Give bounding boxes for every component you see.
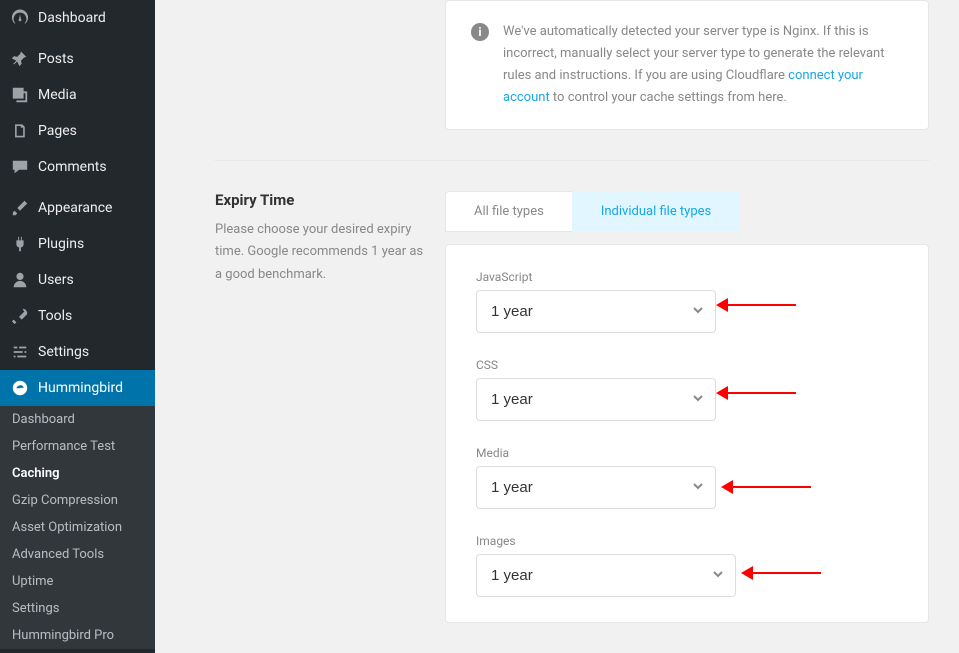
section-sidebar: Expiry Time Please choose your desired e…	[215, 191, 445, 623]
tab-individual-file-types[interactable]: Individual file types	[572, 191, 740, 232]
filetype-tabs: All file types Individual file types	[445, 191, 929, 232]
sidebar-label: Pages	[38, 123, 77, 139]
field-javascript: JavaScript 1 year	[476, 270, 898, 333]
submenu-gzip[interactable]: Gzip Compression	[0, 487, 155, 514]
sidebar-item-settings[interactable]: Settings	[0, 334, 155, 370]
sidebar-label: Comments	[38, 159, 107, 175]
sidebar-item-comments[interactable]: Comments	[0, 149, 155, 185]
sidebar-label: Settings	[38, 344, 89, 360]
hummingbird-submenu: Dashboard Performance Test Caching Gzip …	[0, 406, 155, 649]
sidebar-item-media[interactable]: Media	[0, 77, 155, 113]
comments-icon	[10, 157, 30, 177]
sidebar-item-appearance[interactable]: Appearance	[0, 190, 155, 226]
submenu-caching[interactable]: Caching	[0, 460, 155, 487]
submenu-dashboard[interactable]: Dashboard	[0, 406, 155, 433]
sidebar-label: Media	[38, 87, 77, 103]
annotation-arrow	[726, 486, 811, 488]
label-css: CSS	[476, 358, 898, 372]
section-title: Expiry Time	[215, 191, 425, 209]
submenu-advanced[interactable]: Advanced Tools	[0, 541, 155, 568]
main-content: i We've automatically detected your serv…	[155, 0, 959, 653]
sidebar-label: Users	[38, 272, 74, 288]
section-description: Please choose your desired expiry time. …	[215, 219, 425, 285]
admin-sidebar: Dashboard Posts Media Pages Comments App…	[0, 0, 155, 653]
wrench-icon	[10, 306, 30, 326]
sidebar-item-users[interactable]: Users	[0, 262, 155, 298]
tab-all-file-types[interactable]: All file types	[445, 191, 572, 232]
users-icon	[10, 270, 30, 290]
pin-icon	[10, 49, 30, 69]
submenu-settings[interactable]: Settings	[0, 595, 155, 622]
brush-icon	[10, 198, 30, 218]
info-icon: i	[471, 23, 489, 41]
field-images: Images 1 year	[476, 534, 898, 597]
submenu-pro[interactable]: Hummingbird Pro	[0, 622, 155, 649]
sidebar-item-posts[interactable]: Posts	[0, 41, 155, 77]
section-body: All file types Individual file types Jav…	[445, 191, 929, 623]
select-css[interactable]: 1 year	[476, 378, 716, 421]
server-detect-notice: i We've automatically detected your serv…	[445, 0, 929, 130]
label-media: Media	[476, 446, 898, 460]
sidebar-item-pages[interactable]: Pages	[0, 113, 155, 149]
sidebar-label: Dashboard	[38, 10, 106, 26]
gauge-icon	[10, 8, 30, 28]
submenu-asset[interactable]: Asset Optimization	[0, 514, 155, 541]
sidebar-label: Hummingbird	[38, 380, 123, 396]
annotation-arrow	[721, 304, 796, 306]
divider	[215, 160, 929, 161]
pages-icon	[10, 121, 30, 141]
sidebar-item-plugins[interactable]: Plugins	[0, 226, 155, 262]
label-javascript: JavaScript	[476, 270, 898, 284]
hummingbird-icon	[10, 378, 30, 398]
annotation-arrow	[746, 572, 821, 574]
sidebar-label: Appearance	[38, 200, 112, 216]
select-javascript[interactable]: 1 year	[476, 290, 716, 333]
sidebar-item-dashboard[interactable]: Dashboard	[0, 0, 155, 36]
field-css: CSS 1 year	[476, 358, 898, 421]
expiry-panel: JavaScript 1 year CSS 1 year	[445, 244, 929, 623]
select-media[interactable]: 1 year	[476, 466, 716, 509]
label-images: Images	[476, 534, 898, 548]
submenu-uptime[interactable]: Uptime	[0, 568, 155, 595]
plug-icon	[10, 234, 30, 254]
sidebar-label: Plugins	[38, 236, 84, 252]
sliders-icon	[10, 342, 30, 362]
expiry-section: Expiry Time Please choose your desired e…	[215, 191, 929, 623]
notice-suffix: to control your cache settings from here…	[550, 90, 787, 105]
field-media: Media 1 year	[476, 446, 898, 509]
sidebar-label: Posts	[38, 51, 74, 67]
sidebar-item-tools[interactable]: Tools	[0, 298, 155, 334]
notice-text: We've automatically detected your server…	[503, 21, 903, 109]
annotation-arrow	[721, 392, 796, 394]
select-images[interactable]: 1 year	[476, 554, 736, 597]
sidebar-item-hummingbird[interactable]: Hummingbird	[0, 370, 155, 406]
media-icon	[10, 85, 30, 105]
submenu-performance[interactable]: Performance Test	[0, 433, 155, 460]
sidebar-label: Tools	[38, 308, 72, 324]
